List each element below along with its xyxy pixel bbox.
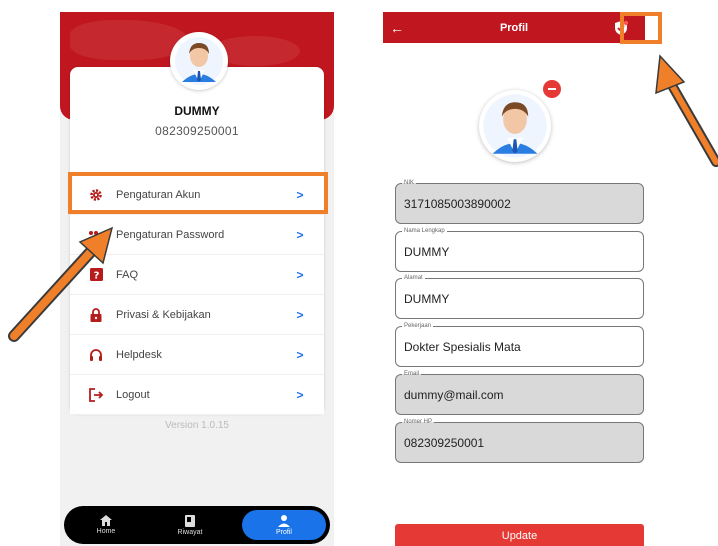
menu-label: Pengaturan Password <box>116 228 225 241</box>
nav-profil[interactable]: Profil <box>242 510 326 540</box>
nik-field[interactable]: NIK 3171085003890002 <box>395 179 644 224</box>
question-icon: ? <box>88 267 104 283</box>
menu-item-helpdesk[interactable]: Helpdesk > <box>70 335 324 375</box>
nomer-hp-field[interactable]: Nomer HP 082309250001 <box>395 418 644 463</box>
alamat-field[interactable]: Alamat DUMMY <box>395 274 644 319</box>
highlight-box-pengaturan-akun <box>68 172 328 214</box>
remove-photo-button[interactable] <box>543 80 561 98</box>
headset-icon <box>88 347 104 363</box>
chevron-right-icon: > <box>296 307 304 322</box>
chevron-right-icon: > <box>296 347 304 362</box>
nama-lengkap-field[interactable]: Nama Lengkap DUMMY <box>395 227 644 272</box>
pekerjaan-value: Dokter Spesialis Mata <box>404 340 521 354</box>
back-button[interactable]: ← <box>383 12 411 43</box>
menu-label: Logout <box>116 388 150 401</box>
minus-icon <box>548 88 556 90</box>
email-field[interactable]: Email dummy@mail.com <box>395 370 644 415</box>
arrow-to-shield-button <box>655 54 718 167</box>
nav-profil-label: Profil <box>276 528 292 536</box>
nik-value: 3171085003890002 <box>404 197 511 211</box>
app-version: Version 1.0.15 <box>165 420 229 431</box>
menu-label: Helpdesk <box>116 348 162 361</box>
email-value: dummy@mail.com <box>404 388 504 402</box>
email-label: Email <box>402 370 422 378</box>
menu-label: Privasi & Kebijakan <box>116 308 211 321</box>
chevron-right-icon: > <box>296 227 304 242</box>
profile-photo[interactable] <box>479 90 551 162</box>
key-icon <box>88 227 104 243</box>
nomer-hp-label: Nomer HP <box>402 418 435 426</box>
update-button[interactable]: Update <box>395 524 644 546</box>
bottom-navigation: Home Riwayat Profil <box>64 506 330 544</box>
menu-item-faq[interactable]: ? FAQ > <box>70 255 324 295</box>
nav-riwayat[interactable]: Riwayat <box>148 510 232 540</box>
chevron-right-icon: > <box>296 387 304 402</box>
nomer-hp-value: 082309250001 <box>404 436 485 450</box>
app-bar: ← Profil <box>383 12 645 43</box>
avatar <box>170 32 228 90</box>
doctor-avatar-icon <box>483 94 547 158</box>
highlight-box-shield <box>620 12 662 44</box>
logout-icon <box>88 387 104 403</box>
menu-item-pengaturan-password[interactable]: Pengaturan Password > <box>70 215 324 255</box>
nama-lengkap-label: Nama Lengkap <box>402 227 447 235</box>
alamat-value: DUMMY <box>404 292 450 306</box>
svg-text:?: ? <box>93 271 99 282</box>
nama-lengkap-value: DUMMY <box>404 245 450 259</box>
nav-home[interactable]: Home <box>64 510 148 540</box>
pekerjaan-label: Pekerjaan <box>402 322 434 330</box>
alamat-label: Alamat <box>402 274 425 282</box>
pekerjaan-field[interactable]: Pekerjaan Dokter Spesialis Mata <box>395 322 644 367</box>
menu-label: FAQ <box>116 268 139 281</box>
lock-icon <box>88 307 104 323</box>
profile-menu-screen: DUMMY 082309250001 Pengaturan Akun > Pen… <box>60 12 334 546</box>
menu-item-logout[interactable]: Logout > <box>70 375 324 415</box>
menu-item-privasi-kebijakan[interactable]: Privasi & Kebijakan > <box>70 295 324 335</box>
back-arrow-icon: ← <box>390 19 404 36</box>
profile-edit-screen: ← Profil NIK 3171085003890002 Nama Lengk… <box>383 12 645 546</box>
chevron-right-icon: > <box>296 267 304 282</box>
nav-riwayat-label: Riwayat <box>177 528 203 536</box>
user-name: DUMMY <box>174 104 220 118</box>
home-icon <box>100 515 112 528</box>
page-title: Profil <box>499 21 529 34</box>
doctor-avatar-icon <box>175 37 223 85</box>
user-phone: 082309250001 <box>155 124 239 138</box>
history-icon <box>185 514 195 529</box>
person-icon <box>278 514 290 529</box>
nav-home-label: Home <box>96 528 116 535</box>
nik-label: NIK <box>402 179 417 187</box>
